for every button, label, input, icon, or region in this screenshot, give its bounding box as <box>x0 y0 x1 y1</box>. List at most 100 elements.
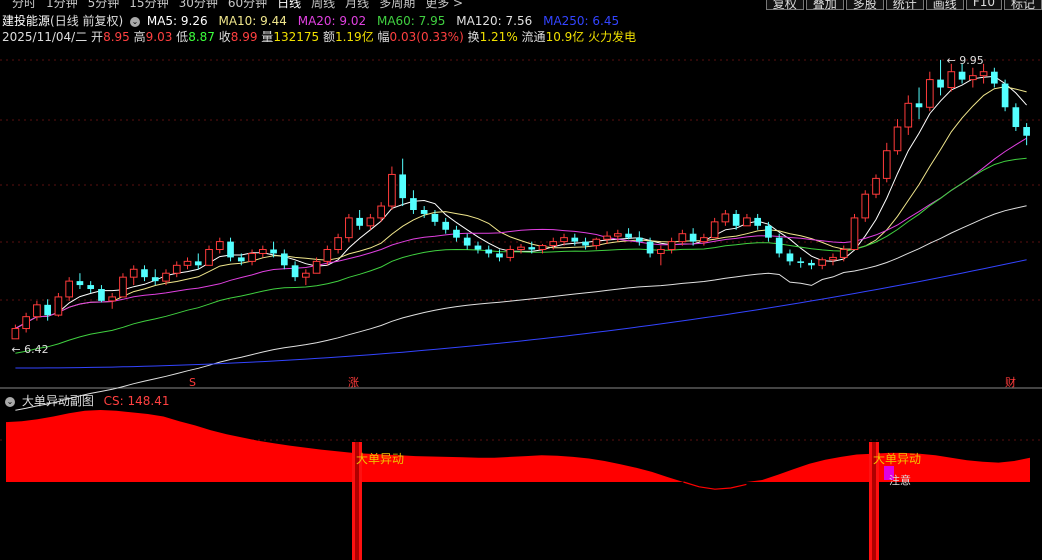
candle-body <box>65 280 74 298</box>
candle-body <box>291 265 299 278</box>
candle-body <box>560 237 568 243</box>
candle-body <box>215 241 224 251</box>
kline-chart[interactable]: 大单异动 大单异动注意 ← 9.95 ← 6.42 S 涨 财 <box>0 0 1042 560</box>
candle-body <box>1012 107 1020 128</box>
candle-body <box>356 217 363 226</box>
candle-body <box>517 246 525 251</box>
candle-body <box>765 225 772 238</box>
candle-body <box>151 277 159 282</box>
attention-label: 注意 <box>889 473 911 487</box>
candle-body <box>797 261 805 263</box>
candle-body <box>270 249 277 254</box>
candle-body <box>829 256 837 261</box>
low-price-label: ← 6.42 <box>11 343 48 356</box>
signal-label: 大单异动 <box>873 452 921 466</box>
indicator-header: ⌄ 大单异动副图 CS: 148.41 <box>2 392 170 409</box>
candle-body <box>474 245 482 250</box>
candle-body <box>979 71 988 77</box>
candle-body <box>463 237 471 246</box>
candle-body <box>280 253 288 266</box>
candle-body <box>183 260 192 266</box>
candle-body <box>1023 127 1030 136</box>
candle-body <box>861 193 870 219</box>
candle-body <box>646 241 654 254</box>
candle-body <box>882 150 891 179</box>
candle-body <box>129 268 138 278</box>
candle-body <box>44 304 51 316</box>
marker-s: S <box>189 376 196 389</box>
candle-body <box>808 262 815 266</box>
candle-body <box>754 217 762 226</box>
candle-body <box>98 289 105 301</box>
candle-body <box>743 217 751 227</box>
chevron-down-icon[interactable]: ⌄ <box>5 396 15 407</box>
candle-body <box>915 103 923 108</box>
candle-body <box>582 241 589 246</box>
candle-body <box>625 233 632 238</box>
candle-body <box>248 252 256 262</box>
candle-body <box>485 249 493 254</box>
candle-body <box>22 316 30 330</box>
candle-body <box>87 285 95 290</box>
indicator-name[interactable]: 大单异动副图 <box>22 394 94 408</box>
candle-body <box>893 126 902 152</box>
candle-body <box>162 272 170 282</box>
candle-body <box>431 213 439 222</box>
candle-body <box>850 217 859 251</box>
candle-body <box>172 264 181 274</box>
candle-body <box>141 269 148 278</box>
candle-body <box>872 177 880 195</box>
signal-label: 大单异动 <box>356 452 404 466</box>
candle-body <box>775 237 783 254</box>
candle-body <box>237 257 245 262</box>
candle-body <box>613 233 622 237</box>
candle-body <box>108 296 117 302</box>
candle-body <box>302 272 310 278</box>
candle-body <box>904 102 913 128</box>
high-price-label: ← 9.95 <box>947 54 984 67</box>
candle-body <box>119 276 127 298</box>
candle-body <box>958 71 966 80</box>
candle-body <box>388 173 396 207</box>
candle-body <box>366 217 375 227</box>
candle-body <box>334 237 342 251</box>
candle-body <box>603 235 611 240</box>
candle-body <box>496 253 503 258</box>
candle-body <box>710 221 719 239</box>
candles <box>11 59 1030 340</box>
ma-lines <box>15 75 1027 411</box>
candle-body <box>1001 83 1009 108</box>
indicator-dip-line <box>683 481 747 490</box>
candle-body <box>925 79 934 108</box>
candle-body <box>506 249 515 258</box>
candle-body <box>657 249 665 254</box>
candle-body <box>33 304 41 318</box>
candle-body <box>700 237 708 243</box>
candle-body <box>312 260 321 274</box>
candle-body <box>968 75 977 81</box>
candle-body <box>453 229 460 238</box>
ma120-line <box>15 205 1027 411</box>
candle-body <box>592 238 601 247</box>
ma5-line <box>15 75 1027 329</box>
marker-zhang: 涨 <box>348 376 359 389</box>
candle-body <box>11 328 20 340</box>
candle-body <box>947 71 956 89</box>
candle-body <box>76 281 84 286</box>
marker-cai: 财 <box>1005 375 1016 389</box>
candle-body <box>323 249 332 262</box>
candle-body <box>636 237 643 242</box>
candle-body <box>194 261 202 266</box>
candle-body <box>818 259 827 266</box>
candle-body <box>410 198 417 210</box>
candle-body <box>205 249 213 266</box>
candle-body <box>258 249 267 254</box>
candle-body <box>420 210 428 214</box>
candle-body <box>399 174 406 199</box>
candle-body <box>538 245 547 251</box>
candle-body <box>786 253 794 262</box>
candle-body <box>991 71 998 84</box>
candle-body <box>227 241 234 258</box>
candle-body <box>937 79 944 88</box>
candle-body <box>377 205 385 219</box>
